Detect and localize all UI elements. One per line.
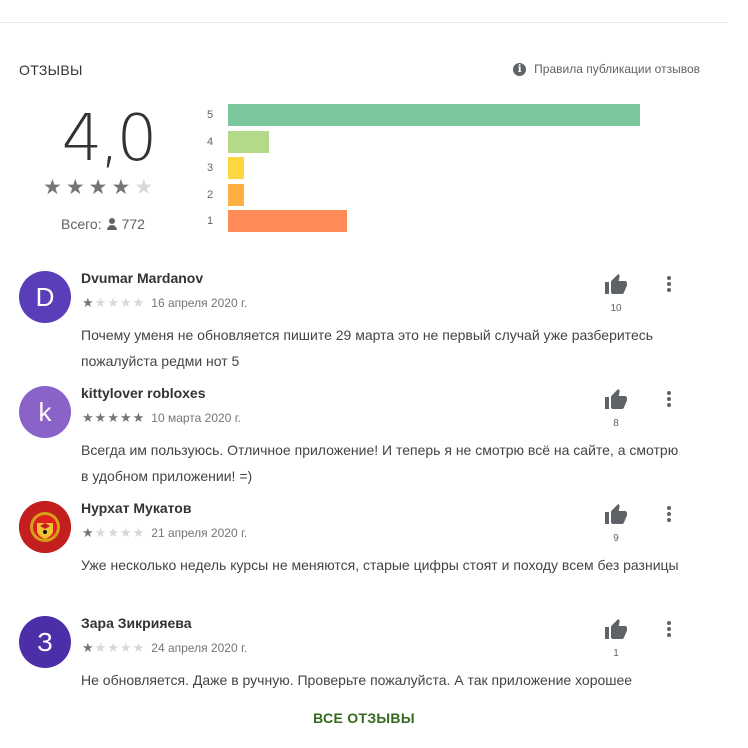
star-icon: ★ <box>119 525 132 540</box>
avatar: D <box>19 271 71 323</box>
helpful-count: 8 <box>613 418 619 429</box>
more-options-icon[interactable] <box>662 504 676 524</box>
star-icon: ★ <box>132 410 145 425</box>
histogram-row: 2 <box>207 183 640 206</box>
star-icon: ★ <box>132 295 145 310</box>
helpful-vote: 9 <box>600 503 632 544</box>
total-label: Всего: <box>61 216 102 232</box>
star-icon: ★ <box>82 640 94 655</box>
histogram-bar <box>228 183 244 206</box>
review-text: Всегда им пользуюсь. Отличное приложение… <box>81 442 679 484</box>
histogram-label: 1 <box>207 215 214 227</box>
histogram-label: 4 <box>207 135 214 148</box>
star-icon: ★ <box>119 640 132 655</box>
star-icon: ★ <box>132 640 145 655</box>
histogram-bar <box>228 130 269 153</box>
histogram-row: 4 <box>207 130 640 153</box>
star-icon: ★ <box>132 525 145 540</box>
helpful-count: 10 <box>610 303 622 314</box>
info-icon: i <box>513 62 527 76</box>
star-icon: ★ <box>94 410 107 425</box>
review-date: 21 апреля 2020 г. <box>151 526 248 540</box>
star-icon: ★ <box>82 525 94 540</box>
thumbs-up-icon[interactable] <box>603 388 629 412</box>
star-icon: ★ <box>94 525 107 540</box>
review-text: Уже несколько недель курсы не меняются, … <box>81 557 679 573</box>
total-count-value: 772 <box>121 216 145 232</box>
avatar: З <box>19 616 71 668</box>
total-ratings: Всего: 772 <box>61 216 145 232</box>
histogram-track <box>228 183 640 206</box>
histogram-track <box>228 104 640 126</box>
histogram-label: 2 <box>207 188 214 201</box>
rating-histogram: 5 4 3 2 1 <box>207 104 640 237</box>
helpful-count: 9 <box>613 533 619 544</box>
review-text: Не обновляется. Даже в ручную. Проверьте… <box>81 672 633 688</box>
review-stars: ★ ★ ★ ★ ★ 10 марта 2020 г. <box>82 410 241 426</box>
histogram-label: 3 <box>207 162 214 174</box>
histogram-track <box>228 157 640 179</box>
average-rating-stars: ★ ★ ★ ★ ★ <box>43 177 153 199</box>
histogram-label: 5 <box>207 109 214 121</box>
star-icon: ★ <box>119 295 132 310</box>
histogram-track <box>228 130 640 153</box>
top-divider <box>0 22 728 23</box>
average-rating: 4,0 <box>61 102 158 176</box>
review-date: 10 марта 2020 г. <box>151 411 241 425</box>
histogram-row: 5 <box>207 104 640 126</box>
thumbs-up-icon[interactable] <box>603 503 629 527</box>
star-icon: ★ <box>94 640 107 655</box>
histogram-bar <box>228 210 347 232</box>
helpful-vote: 10 <box>600 273 632 314</box>
histogram-bar <box>228 157 244 179</box>
review-date: 16 апреля 2020 г. <box>151 296 248 310</box>
review-author: Dvumar Mardanov <box>81 270 204 286</box>
star-icon: ★ <box>119 410 132 425</box>
thumbs-up-icon[interactable] <box>603 618 629 642</box>
star-icon: ★ <box>134 176 154 199</box>
star-icon: ★ <box>107 525 119 540</box>
star-icon: ★ <box>82 410 94 425</box>
review-stars: ★ ★ ★ ★ ★ 24 апреля 2020 г. <box>82 640 248 656</box>
helpful-vote: 8 <box>600 388 632 429</box>
histogram-bar <box>228 104 640 126</box>
review-stars: ★ ★ ★ ★ ★ 16 апреля 2020 г. <box>82 295 248 311</box>
histogram-track <box>228 210 640 232</box>
person-icon <box>106 218 118 230</box>
more-options-icon[interactable] <box>662 619 676 639</box>
review-policy-label: Правила публикации отзывов <box>534 62 700 76</box>
avatar: k <box>19 386 71 438</box>
review-date: 24 апреля 2020 г. <box>151 641 248 655</box>
star-icon: ★ <box>107 640 119 655</box>
review-author: Зара Зикрияева <box>81 615 192 631</box>
thumbs-up-icon[interactable] <box>603 273 629 297</box>
star-icon: ★ <box>107 410 119 425</box>
more-options-icon[interactable] <box>662 274 676 294</box>
star-icon: ★ <box>107 295 119 310</box>
star-icon: ★ <box>65 176 85 199</box>
avatar-crest-image <box>19 501 71 553</box>
star-icon: ★ <box>88 176 108 199</box>
histogram-row: 1 <box>207 210 640 232</box>
star-icon: ★ <box>82 295 94 310</box>
star-icon: ★ <box>111 176 131 199</box>
star-icon: ★ <box>94 295 107 310</box>
star-icon: ★ <box>43 176 62 199</box>
review-author: Нурхат Мукатов <box>81 500 192 516</box>
all-reviews-button[interactable]: ВСЕ ОТЗЫВЫ <box>0 710 728 726</box>
section-title: ОТЗЫВЫ <box>19 62 83 78</box>
helpful-vote: 1 <box>600 618 632 659</box>
histogram-row: 3 <box>207 157 640 179</box>
more-options-icon[interactable] <box>662 389 676 409</box>
review-stars: ★ ★ ★ ★ ★ 21 апреля 2020 г. <box>82 525 248 541</box>
review-text: Почему уменя не обновляется пишите 29 ма… <box>81 327 654 369</box>
review-author: kittylover robloxes <box>81 385 206 401</box>
helpful-count: 1 <box>613 648 619 659</box>
review-policy-link[interactable]: i Правила публикации отзывов <box>513 62 700 76</box>
